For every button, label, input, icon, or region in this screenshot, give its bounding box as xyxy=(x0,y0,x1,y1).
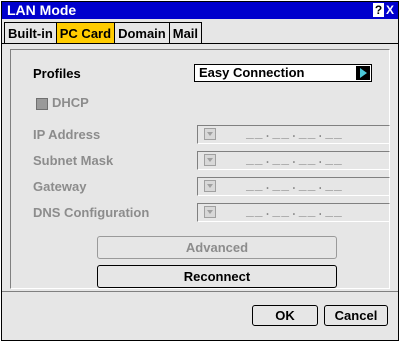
tab-pc-card[interactable]: PC Card xyxy=(55,22,116,43)
subnet-mask-field[interactable]: __.__.__.__ xyxy=(197,151,390,170)
ip-address-label: IP Address xyxy=(33,127,101,142)
dns-configuration-field[interactable]: __.__.__.__ xyxy=(197,203,390,222)
advanced-button[interactable]: Advanced xyxy=(97,236,337,259)
ok-button[interactable]: OK xyxy=(252,305,318,326)
gateway-label: Gateway xyxy=(33,179,87,194)
close-icon[interactable]: X xyxy=(385,3,395,17)
reconnect-button[interactable]: Reconnect xyxy=(97,265,337,288)
lan-mode-dialog: LAN Mode ? X Built-in PC Card Domain Mai… xyxy=(1,1,399,341)
dropdown-icon[interactable] xyxy=(204,180,216,192)
title-bar: LAN Mode ? X xyxy=(2,2,398,19)
tab-mail[interactable]: Mail xyxy=(168,22,203,43)
ip-address-field[interactable]: __.__.__.__ xyxy=(197,125,390,144)
gateway-field[interactable]: __.__.__.__ xyxy=(197,177,390,196)
profiles-label: Profiles xyxy=(33,66,81,81)
tab-domain[interactable]: Domain xyxy=(114,22,170,43)
dhcp-label: DHCP xyxy=(52,95,89,110)
dropdown-icon[interactable] xyxy=(204,206,216,218)
cancel-button[interactable]: Cancel xyxy=(324,305,388,326)
profiles-select[interactable]: Easy Connection xyxy=(194,64,372,82)
dhcp-checkbox[interactable] xyxy=(36,98,48,110)
help-icon[interactable]: ? xyxy=(373,3,384,17)
tab-bar: Built-in PC Card Domain Mail xyxy=(4,22,203,44)
gateway-value: __.__.__.__ xyxy=(246,178,343,193)
dropdown-icon[interactable] xyxy=(204,154,216,166)
footer-divider xyxy=(2,291,398,292)
right-arrow-icon[interactable] xyxy=(356,66,370,80)
dropdown-icon[interactable] xyxy=(204,128,216,140)
subnet-mask-value: __.__.__.__ xyxy=(246,152,343,167)
ip-address-value: __.__.__.__ xyxy=(246,126,343,141)
tab-divider xyxy=(2,43,398,44)
dialog-title: LAN Mode xyxy=(7,2,77,18)
profiles-value: Easy Connection xyxy=(199,65,305,80)
tab-built-in[interactable]: Built-in xyxy=(4,22,57,43)
subnet-mask-label: Subnet Mask xyxy=(33,153,114,168)
dns-configuration-value: __.__.__.__ xyxy=(246,204,343,219)
dns-configuration-label: DNS Configuration xyxy=(33,205,150,220)
